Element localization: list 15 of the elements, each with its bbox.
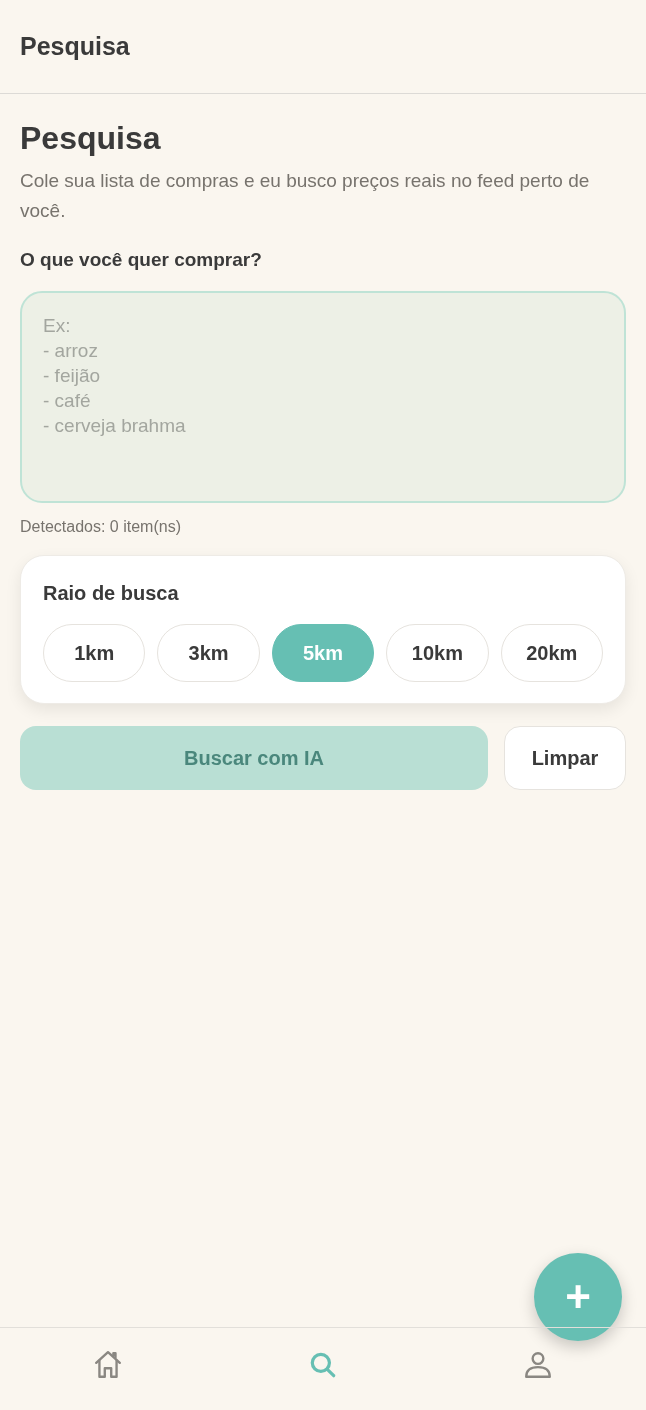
search-icon[interactable] bbox=[308, 1350, 338, 1380]
radius-option[interactable]: 20km bbox=[500, 623, 604, 682]
radius-option[interactable]: 3km bbox=[157, 623, 260, 682]
header-title: Pesquisa bbox=[20, 30, 130, 62]
radius-option[interactable]: 1km bbox=[43, 623, 146, 682]
profile-icon[interactable] bbox=[523, 1350, 554, 1380]
field-label: O que você quer comprar? bbox=[20, 248, 263, 272]
home-icon[interactable] bbox=[92, 1350, 123, 1380]
card-title: Raio de busca bbox=[43, 580, 180, 606]
page-subtitle: Cole sua lista de compras e eu busco preços reais no feed perto de você. bbox=[20, 169, 591, 223]
clear-button[interactable]: Limpar bbox=[504, 725, 626, 790]
page-title: Pesquisa bbox=[20, 119, 162, 158]
detected-count: Detectados: 0 item(ns) bbox=[20, 516, 182, 537]
shopping-list-field[interactable]: Ex: - arroz - feijão - café - cerveja brahma bbox=[20, 290, 626, 503]
radius-option[interactable]: 10km bbox=[386, 623, 489, 682]
